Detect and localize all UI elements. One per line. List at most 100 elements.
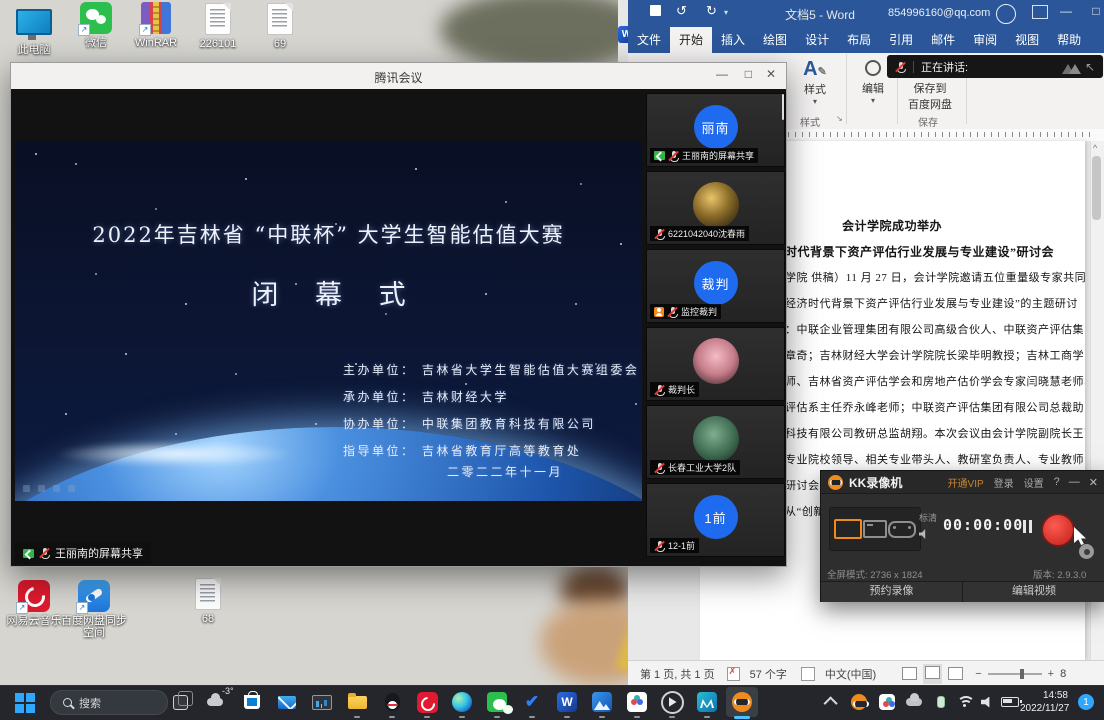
tab-help[interactable]: 帮助 <box>1048 27 1090 53</box>
kk-help-button[interactable]: ? <box>1054 476 1060 488</box>
save-to-baidu-button[interactable]: 保存到 百度网盘 <box>900 80 960 112</box>
taskbar-edge[interactable] <box>448 689 476 715</box>
minimize-button[interactable]: — <box>1058 4 1074 18</box>
pause-button[interactable] <box>1023 520 1032 536</box>
account-avatar-icon[interactable] <box>996 4 1016 24</box>
tray-expand-button[interactable] <box>818 689 846 715</box>
desktop-icon-this-pc[interactable]: 此电脑 <box>0 6 68 56</box>
taskbar-tencent-meeting[interactable]: ✔ <box>518 689 546 715</box>
dropdown-caret-icon[interactable]: ▾ <box>724 8 728 17</box>
task-view-button[interactable] <box>166 689 194 715</box>
annotation-cursor-icon[interactable] <box>23 485 30 492</box>
view-web-layout-icon[interactable] <box>948 667 963 680</box>
view-read-mode-icon[interactable] <box>902 667 917 680</box>
kk-settings-link[interactable]: 设置 <box>1024 475 1044 490</box>
edit-video-button[interactable]: 编辑视频 <box>963 581 1104 602</box>
meeting-titlebar[interactable]: 腾讯会议 — □ ✕ <box>11 63 786 90</box>
view-print-layout-icon[interactable] <box>923 664 942 684</box>
window-mode-icon[interactable] <box>863 520 887 538</box>
desktop-icon-doc-226101[interactable]: 226101 <box>184 3 252 50</box>
fullscreen-mode-icon[interactable] <box>834 519 862 539</box>
taskbar-docs-app[interactable] <box>693 689 721 715</box>
search-box[interactable]: 搜索 <box>50 690 168 715</box>
language-proof-icon[interactable] <box>801 667 815 681</box>
taskbar-clock[interactable]: 14:58 2022/11/27 <box>1020 689 1068 715</box>
game-mode-icon[interactable] <box>888 521 916 538</box>
schedule-recording-button[interactable]: 预约录像 <box>821 581 963 602</box>
taskbar-file-explorer[interactable] <box>343 689 371 715</box>
undo-icon[interactable]: ↺ <box>676 3 687 19</box>
dialog-launcher-icon[interactable]: ↘ <box>836 114 843 123</box>
tab-layout[interactable]: 布局 <box>838 27 880 53</box>
participant-tile[interactable]: 长春工业大学2队 <box>646 405 785 479</box>
scrollbar-thumb[interactable] <box>1092 156 1101 220</box>
notification-badge[interactable]: 1 <box>1078 694 1094 710</box>
kk-vip-link[interactable]: 开通VIP <box>948 475 984 490</box>
kk-minimize-button[interactable]: — <box>1069 476 1080 488</box>
maximize-button[interactable]: □ <box>1088 4 1104 18</box>
redo-icon[interactable]: ↻ <box>706 3 717 19</box>
tab-insert[interactable]: 插入 <box>712 27 754 53</box>
taskbar-baidu-netdisk[interactable] <box>623 689 651 715</box>
participant-tile[interactable]: 裁判长 <box>646 327 785 401</box>
tab-mailings[interactable]: 邮件 <box>922 27 964 53</box>
close-button[interactable]: ✕ <box>766 67 776 81</box>
desktop-icon-baidu-sync[interactable]: ↗ 百度网盘同步空间 <box>60 580 128 639</box>
tab-draw[interactable]: 绘图 <box>754 27 796 53</box>
annotation-shape-icon[interactable] <box>53 485 60 492</box>
participant-tile[interactable]: 丽南 王丽南的屏幕共享 <box>646 93 785 167</box>
desktop-icon-doc-68[interactable]: 68 <box>174 578 242 625</box>
participant-tile[interactable]: 1前 12-1前 <box>646 483 785 557</box>
tab-file[interactable]: 文件 <box>628 27 670 53</box>
tab-design[interactable]: 设计 <box>796 27 838 53</box>
participant-tile[interactable]: 裁判 监控裁判 <box>646 249 785 323</box>
proofing-icon[interactable] <box>727 667 740 681</box>
tab-references[interactable]: 引用 <box>880 27 922 53</box>
tab-view[interactable]: 视图 <box>1006 27 1048 53</box>
participant-tile[interactable]: 6221042040沈春雨 <box>646 171 785 245</box>
taskbar-media-player[interactable] <box>658 689 686 715</box>
tray-onedrive[interactable] <box>900 689 928 715</box>
desktop-icon-winrar[interactable]: ↗ WinRAR <box>122 2 190 49</box>
record-button[interactable] <box>1041 513 1075 547</box>
quality-label[interactable]: 标清 <box>919 511 937 524</box>
zoom-in-button[interactable]: + <box>1048 668 1054 680</box>
tray-kk[interactable] <box>845 689 873 715</box>
webcam-toggle-icon[interactable] <box>1079 544 1094 559</box>
desktop-icon-doc-69[interactable]: 69 <box>246 3 314 50</box>
save-icon[interactable] <box>650 5 661 16</box>
participant-scrollbar[interactable] <box>782 94 784 120</box>
kk-login-link[interactable]: 登录 <box>994 475 1014 490</box>
zoom-slider-thumb[interactable] <box>1020 669 1024 679</box>
zoom-percent[interactable]: 8 <box>1060 668 1066 680</box>
kk-close-button[interactable]: ✕ <box>1089 476 1098 489</box>
taskbar-netease-music[interactable] <box>413 689 441 715</box>
annotation-pen-icon[interactable] <box>38 485 45 492</box>
taskbar-wechat[interactable] <box>483 689 511 715</box>
kk-titlebar[interactable]: KK录像机 开通VIP 登录 设置 ? — ✕ <box>821 471 1104 494</box>
taskbar-kk-recorder[interactable] <box>728 689 756 715</box>
scroll-up-arrow[interactable]: ^ <box>1093 143 1097 153</box>
page-indicator[interactable]: 第 1 页, 共 1 页 <box>640 666 715 682</box>
tab-home[interactable]: 开始 <box>670 27 712 53</box>
maximize-button[interactable]: □ <box>745 67 752 81</box>
start-button[interactable] <box>10 689 38 715</box>
zoom-out-button[interactable]: − <box>975 668 981 680</box>
taskbar-word[interactable]: W <box>553 689 581 715</box>
desktop-icon-netease-music[interactable]: ↗ 网易云音乐 <box>0 580 68 627</box>
taskbar-store[interactable] <box>238 689 266 715</box>
taskbar-mail[interactable] <box>273 689 301 715</box>
minimize-button[interactable]: — <box>716 67 728 81</box>
tray-media-app[interactable] <box>873 689 901 715</box>
styles-button[interactable]: A✎ 样式 ▾ <box>792 58 838 106</box>
language-indicator[interactable]: 中文(中国) <box>825 666 876 682</box>
taskbar-photos[interactable] <box>588 689 616 715</box>
tab-review[interactable]: 审阅 <box>964 27 1006 53</box>
word-count[interactable]: 57 个字 <box>750 666 787 682</box>
taskbar-performance[interactable] <box>308 689 336 715</box>
zoom-slider[interactable] <box>988 673 1042 675</box>
annotation-audio-icon[interactable] <box>68 485 75 492</box>
desktop-icon-wechat[interactable]: ↗ 微信 <box>62 2 130 49</box>
ribbon-options-icon[interactable] <box>1032 5 1048 19</box>
annotation-toolbar[interactable] <box>23 485 75 492</box>
